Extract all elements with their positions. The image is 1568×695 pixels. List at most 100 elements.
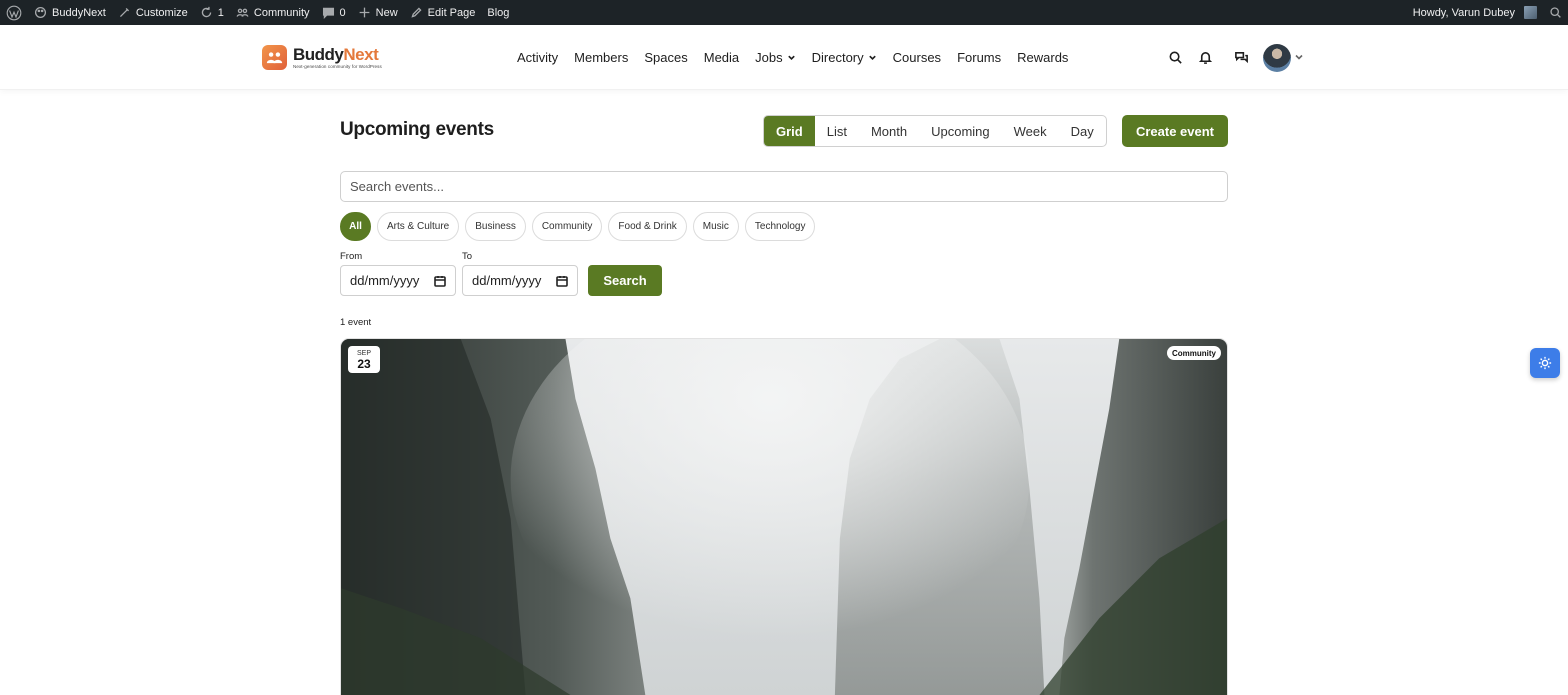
to-date-label: To (462, 251, 473, 262)
event-image (341, 339, 1227, 695)
admin-bar-blog-label: Blog (487, 6, 510, 19)
to-date-value: dd/mm/yyyy (472, 273, 542, 288)
theme-toggle-button[interactable] (1530, 348, 1560, 378)
admin-bar-search[interactable] (1543, 0, 1568, 25)
admin-bar: BuddyNext Customize 1 Community 0 New Ed… (0, 0, 1568, 25)
admin-bar-avatar (1524, 6, 1537, 19)
plus-icon (359, 7, 370, 18)
category-chip-all[interactable]: All (340, 212, 371, 241)
user-menu-toggle[interactable] (1294, 49, 1304, 67)
search-button[interactable]: Search (588, 265, 662, 296)
logo-name: BuddyNext (293, 46, 382, 63)
chevron-down-icon (787, 55, 795, 60)
chat-bubbles-icon (1234, 52, 1248, 64)
nav-item-label: Directory (811, 50, 864, 65)
search-icon (1169, 51, 1182, 64)
logo-name-a: Buddy (293, 44, 344, 64)
chevron-down-icon (868, 55, 876, 60)
create-event-button[interactable]: Create event (1122, 115, 1228, 147)
view-tab-month[interactable]: Month (859, 116, 919, 146)
calendar-icon (556, 275, 568, 287)
search-events-input[interactable] (340, 171, 1228, 202)
admin-bar-updates[interactable]: 1 (194, 0, 230, 25)
admin-bar-site-label: BuddyNext (52, 6, 106, 19)
category-chip-business[interactable]: Business (465, 212, 526, 241)
to-date-group: To dd/mm/yyyy (462, 251, 578, 296)
admin-bar-site[interactable]: BuddyNext (28, 0, 112, 25)
nav-item-label: Members (574, 50, 629, 65)
view-tab-list[interactable]: List (815, 116, 859, 146)
admin-bar-blog[interactable]: Blog (481, 0, 515, 25)
nav-item-forums[interactable]: Forums (949, 50, 1009, 65)
category-chip-food-drink[interactable]: Food & Drink (608, 212, 687, 241)
nav-item-directory[interactable]: Directory (804, 50, 885, 65)
nav-item-courses[interactable]: Courses (885, 50, 949, 65)
nav-item-activity[interactable]: Activity (509, 50, 566, 65)
event-date-badge: SEP 23 (348, 346, 380, 373)
sun-icon (1538, 356, 1552, 370)
page-title: Upcoming events (340, 119, 494, 140)
from-date-group: From dd/mm/yyyy (340, 251, 456, 296)
admin-bar-edit-page-label: Edit Page (427, 6, 476, 19)
site-logo[interactable]: BuddyNext Next-generation community for … (262, 45, 382, 70)
admin-bar-new-label: New (375, 6, 398, 19)
event-month: SEP (356, 349, 371, 357)
nav-item-label: Media (703, 50, 740, 65)
wordpress-logo-icon[interactable] (0, 0, 28, 25)
admin-bar-new[interactable]: New (352, 0, 404, 25)
category-filter: All Arts & Culture Business Community Fo… (340, 212, 816, 241)
buddynext-logo-icon (262, 45, 287, 70)
event-day: 23 (357, 356, 371, 371)
messages-button[interactable] (1231, 48, 1251, 68)
admin-bar-account[interactable]: Howdy, Varun Dubey (1407, 0, 1543, 25)
admin-bar-comments-count: 0 (339, 6, 346, 19)
logo-name-b: Next (343, 44, 379, 64)
nav-item-label: Activity (517, 50, 559, 65)
calendar-icon (434, 275, 446, 287)
nav-item-label: Rewards (1017, 50, 1069, 65)
pencil-icon (411, 7, 422, 18)
palette-icon (34, 6, 47, 19)
nav-item-label: Jobs (755, 50, 783, 65)
notifications-button[interactable] (1195, 48, 1215, 68)
category-chip-community[interactable]: Community (531, 212, 603, 241)
admin-bar-community-label: Community (253, 6, 310, 19)
nav-item-label: Courses (892, 50, 942, 65)
category-chip-arts-culture[interactable]: Arts & Culture (377, 212, 460, 241)
admin-bar-comments[interactable]: 0 (316, 0, 352, 25)
nav-item-jobs[interactable]: Jobs (747, 50, 803, 65)
from-date-field[interactable]: dd/mm/yyyy (340, 265, 456, 296)
view-tab-upcoming[interactable]: Upcoming (919, 116, 1002, 146)
category-chip-technology[interactable]: Technology (744, 212, 816, 241)
logo-tagline: Next-generation community for WordPress (293, 63, 382, 69)
user-avatar[interactable] (1263, 43, 1291, 72)
group-icon (236, 8, 249, 17)
event-category-badge: Community (1167, 346, 1221, 360)
admin-bar-community[interactable]: Community (230, 0, 316, 25)
view-tab-grid[interactable]: Grid (764, 116, 815, 146)
nav-item-media[interactable]: Media (696, 50, 747, 65)
site-header: BuddyNext Next-generation community for … (0, 25, 1568, 90)
view-tab-day[interactable]: Day (1059, 116, 1106, 146)
comment-icon (322, 7, 334, 19)
admin-bar-customize-label: Customize (135, 6, 188, 19)
header-search-button[interactable] (1165, 48, 1185, 68)
category-chip-music[interactable]: Music (692, 212, 739, 241)
view-tab-week[interactable]: Week (1002, 116, 1059, 146)
nav-item-members[interactable]: Members (566, 50, 636, 65)
chevron-down-icon (1295, 54, 1303, 60)
nav-item-rewards[interactable]: Rewards (1009, 50, 1076, 65)
search-icon (1550, 7, 1561, 18)
nav-item-label: Forums (957, 50, 1002, 65)
brush-icon (119, 7, 129, 18)
from-date-label: From (340, 251, 363, 262)
event-card[interactable]: SEP 23 Community (340, 338, 1228, 695)
to-date-field[interactable]: dd/mm/yyyy (462, 265, 578, 296)
refresh-icon (201, 6, 211, 18)
admin-bar-customize[interactable]: Customize (112, 0, 194, 25)
from-date-value: dd/mm/yyyy (350, 273, 420, 288)
nav-item-label: Spaces (644, 50, 688, 65)
admin-bar-edit-page[interactable]: Edit Page (404, 0, 482, 25)
nav-item-spaces[interactable]: Spaces (636, 50, 695, 65)
bell-icon (1198, 52, 1212, 64)
